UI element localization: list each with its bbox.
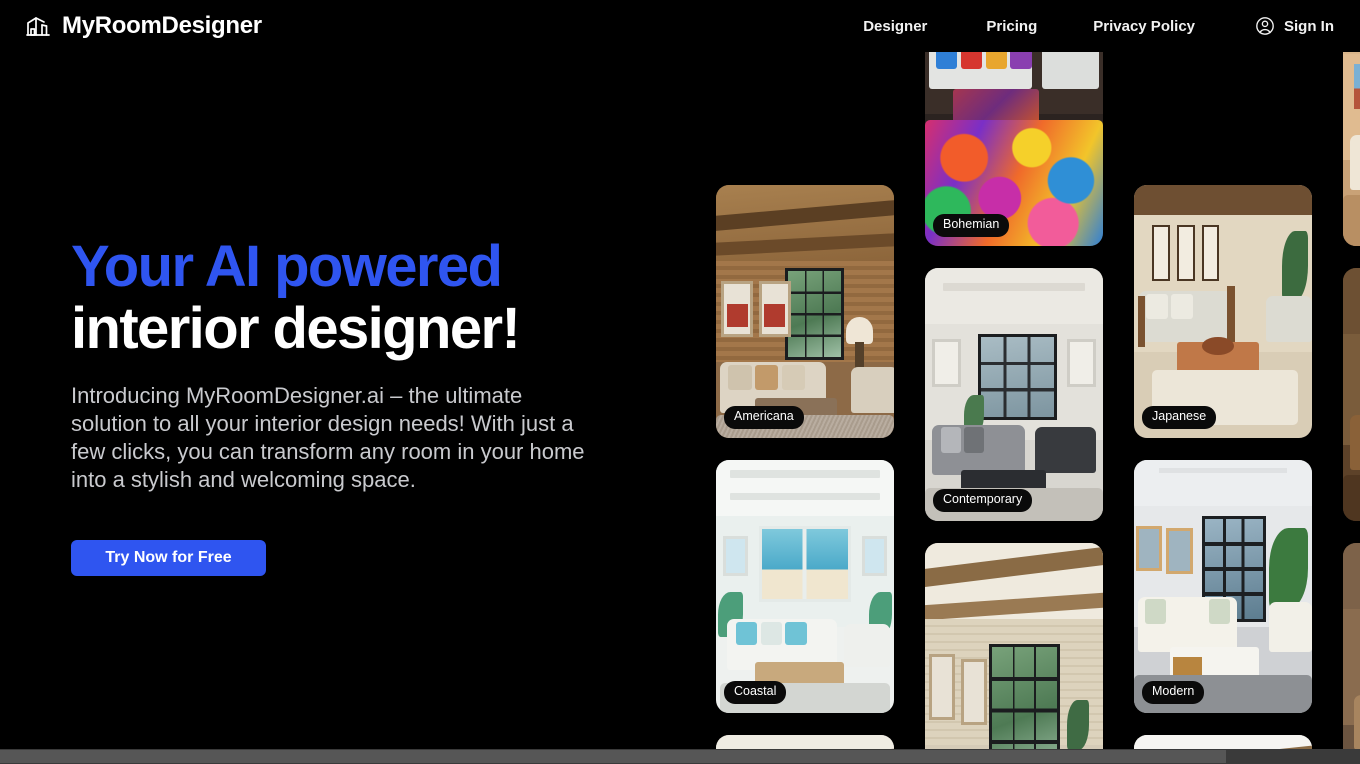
gallery-tile[interactable]: Coastal (716, 460, 894, 713)
tile-image-japanese (1134, 185, 1312, 438)
try-now-for-free-button[interactable]: Try Now for Free (71, 540, 266, 576)
gallery-tile[interactable]: Americana (716, 185, 894, 438)
top-navigation-bar: MyRoomDesigner Designer Pricing Privacy … (0, 0, 1360, 52)
horizontal-scrollbar-thumb[interactable] (0, 750, 1226, 763)
sign-in-label: Sign In (1284, 17, 1334, 35)
tile-label: Coastal (724, 681, 787, 704)
gallery-tile[interactable]: Japanese (1134, 185, 1312, 438)
page-title: Your AI powered interior designer! (71, 236, 700, 360)
tile-label: Japanese (1142, 406, 1217, 429)
building-house-icon (26, 17, 50, 36)
gallery-tile[interactable] (1343, 268, 1360, 521)
tile-label: Bohemian (933, 214, 1010, 237)
horizontal-scrollbar[interactable] (0, 749, 1360, 764)
style-gallery: Americana Coastal Bohemian Contemporary … (700, 0, 1360, 752)
brand-logo[interactable]: MyRoomDesigner (25, 12, 262, 40)
tile-image-vintage (1343, 268, 1360, 521)
gallery-tile[interactable] (1343, 543, 1360, 752)
nav-link-privacy-policy[interactable]: Privacy Policy (1093, 12, 1195, 41)
headline-line-1: Your AI powered (71, 234, 503, 299)
user-circle-icon (1256, 17, 1274, 35)
tile-image-industrial (1343, 543, 1360, 752)
hero-subheadline: Introducing MyRoomDesigner.ai – the ulti… (71, 383, 585, 492)
tile-label: Contemporary (933, 489, 1033, 512)
tile-image-contemporary (925, 268, 1103, 521)
sign-in-button[interactable]: Sign In (1255, 16, 1334, 36)
brand-name: MyRoomDesigner (62, 12, 262, 39)
gallery-column-3: Japanese Modern (1134, 185, 1312, 752)
nav-link-designer[interactable]: Designer (863, 12, 927, 41)
gallery-column-2: Bohemian Contemporary (925, 0, 1103, 752)
tile-image-farmhouse (925, 543, 1103, 752)
tile-image-coastal (716, 460, 894, 713)
gallery-column-1: Americana Coastal (716, 185, 894, 752)
gallery-tile[interactable] (925, 543, 1103, 752)
tile-label: Modern (1142, 681, 1205, 704)
headline-line-2: interior designer! (71, 296, 521, 361)
nav-link-pricing[interactable]: Pricing (986, 12, 1037, 41)
tile-image-americana (716, 185, 894, 438)
gallery-tile[interactable]: Contemporary (925, 268, 1103, 521)
nav-links: Designer Pricing Privacy Policy Sign In (863, 12, 1334, 41)
tile-label: Americana (724, 406, 804, 429)
tile-image-modern (1134, 460, 1312, 713)
gallery-tile[interactable]: Modern (1134, 460, 1312, 713)
hero-section: Your AI powered interior designer! Intro… (0, 52, 700, 764)
gallery-column-4 (1343, 0, 1360, 752)
